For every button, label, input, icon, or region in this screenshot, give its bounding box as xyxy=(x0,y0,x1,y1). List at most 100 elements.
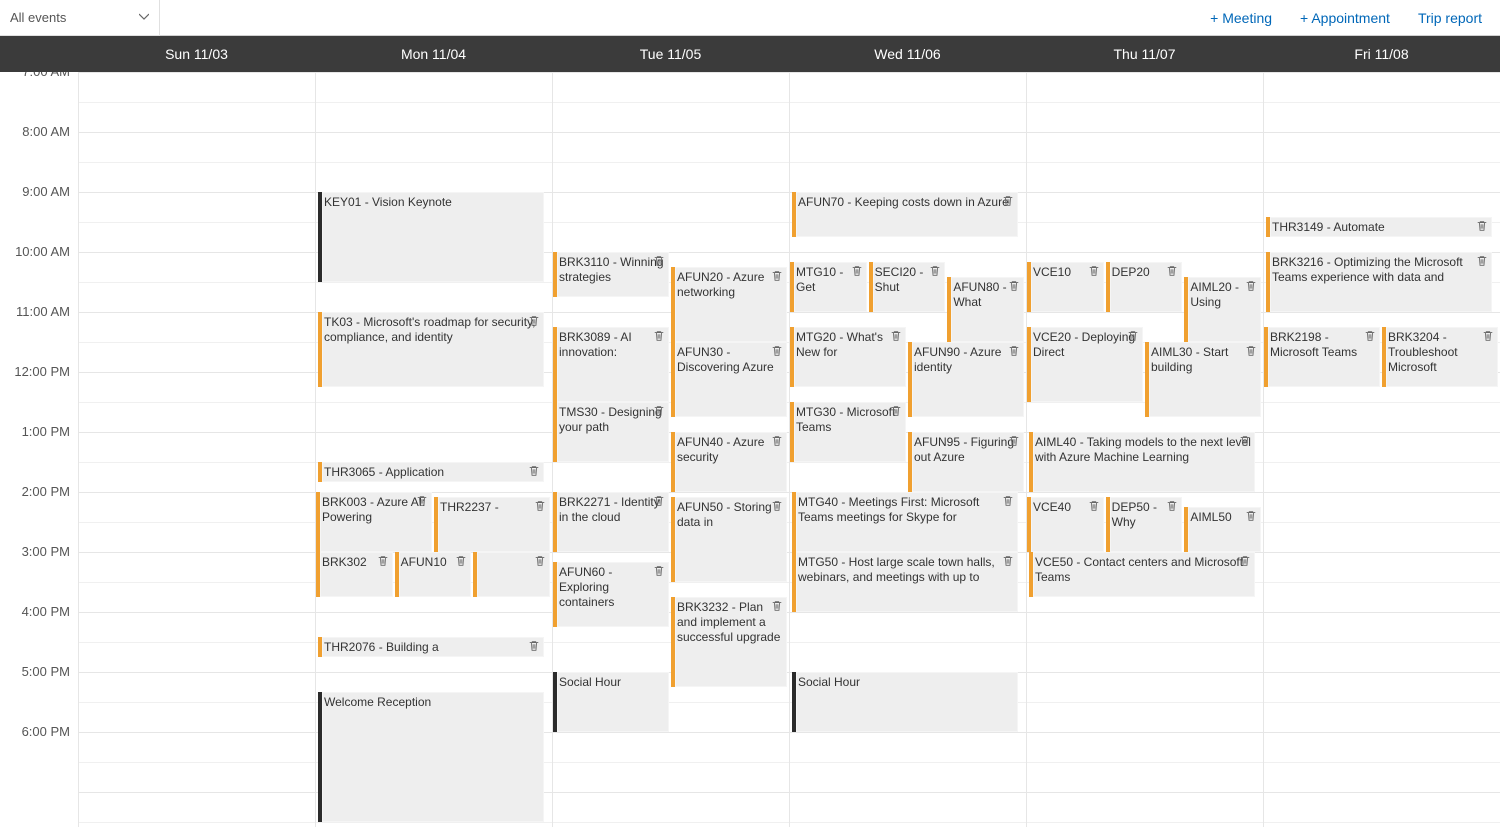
calendar-event[interactable]: AIML20 - Using xyxy=(1184,277,1261,342)
calendar-event[interactable]: AFUN80 - What xyxy=(947,277,1024,342)
delete-event-button[interactable] xyxy=(1127,330,1139,342)
calendar-event[interactable]: BRK302 xyxy=(316,552,393,597)
delete-event-button[interactable] xyxy=(534,500,546,512)
calendar-event[interactable]: TMS30 - Designing your path xyxy=(553,402,669,462)
delete-event-button[interactable] xyxy=(534,555,546,567)
trash-icon[interactable] xyxy=(528,640,540,652)
calendar-event[interactable]: KEY01 - Vision Keynote xyxy=(318,192,544,282)
delete-event-button[interactable] xyxy=(1364,330,1376,342)
delete-event-button[interactable] xyxy=(528,315,540,327)
calendar-event[interactable]: BRK3232 - Plan and implement a successfu… xyxy=(671,597,787,687)
calendar-event[interactable]: AFUN90 - Azure identity xyxy=(908,342,1024,417)
trash-icon[interactable] xyxy=(377,555,389,567)
day-column-fri[interactable]: THR3149 - Automate BRK3216 - Optimizing t… xyxy=(1263,72,1500,827)
trash-icon[interactable] xyxy=(416,495,428,507)
delete-event-button[interactable] xyxy=(771,270,783,282)
trash-icon[interactable] xyxy=(890,330,902,342)
trash-icon[interactable] xyxy=(1239,555,1251,567)
calendar-event[interactable]: SECI20 - Shut xyxy=(869,262,946,312)
delete-event-button[interactable] xyxy=(1008,280,1020,292)
calendar-event[interactable]: THR3149 - Automate xyxy=(1266,217,1492,237)
trash-icon[interactable] xyxy=(534,500,546,512)
trash-icon[interactable] xyxy=(1002,495,1014,507)
trash-icon[interactable] xyxy=(653,565,665,577)
calendar-event[interactable]: THR3065 - Application xyxy=(318,462,544,482)
calendar-event[interactable]: BRK2271 - Identity in the cloud xyxy=(553,492,669,552)
trash-icon[interactable] xyxy=(534,555,546,567)
delete-event-button[interactable] xyxy=(1166,500,1178,512)
calendar-event[interactable]: BRK3216 - Optimizing the Microsoft Teams… xyxy=(1266,252,1492,312)
calendar-event[interactable]: AFUN70 - Keeping costs down in Azure xyxy=(792,192,1018,237)
calendar-event[interactable]: BRK003 - Azure AI: Powering xyxy=(316,492,432,552)
delete-event-button[interactable] xyxy=(1239,555,1251,567)
calendar-event[interactable]: AIML50 xyxy=(1184,507,1261,552)
delete-event-button[interactable] xyxy=(771,600,783,612)
trash-icon[interactable] xyxy=(771,500,783,512)
trash-icon[interactable] xyxy=(1088,500,1100,512)
delete-event-button[interactable] xyxy=(1239,435,1251,447)
trash-icon[interactable] xyxy=(1008,345,1020,357)
calendar-event[interactable]: TK03 - Microsoft's roadmap for security,… xyxy=(318,312,544,387)
trash-icon[interactable] xyxy=(1008,280,1020,292)
new-appointment-button[interactable]: + Appointment xyxy=(1300,10,1390,26)
calendar-event[interactable] xyxy=(473,552,550,597)
trash-icon[interactable] xyxy=(653,405,665,417)
delete-event-button[interactable] xyxy=(771,435,783,447)
calendar-event[interactable]: AIML30 - Start building xyxy=(1145,342,1261,417)
trash-icon[interactable] xyxy=(1002,195,1014,207)
trash-icon[interactable] xyxy=(1127,330,1139,342)
trash-icon[interactable] xyxy=(1364,330,1376,342)
calendar-event[interactable]: THR2237 - xyxy=(434,497,550,552)
calendar-event[interactable]: VCE20 - Deploying Direct xyxy=(1027,327,1143,402)
calendar-event[interactable]: MTG40 - Meetings First: Microsoft Teams … xyxy=(792,492,1018,552)
calendar-event[interactable]: AFUN60 - Exploring containers xyxy=(553,562,669,627)
calendar-event[interactable]: BRK3204 - Troubleshoot Microsoft xyxy=(1382,327,1498,387)
delete-event-button[interactable] xyxy=(1245,345,1257,357)
delete-event-button[interactable] xyxy=(929,265,941,277)
delete-event-button[interactable] xyxy=(890,330,902,342)
trash-icon[interactable] xyxy=(771,345,783,357)
delete-event-button[interactable] xyxy=(1002,555,1014,567)
trash-icon[interactable] xyxy=(890,405,902,417)
day-column-wed[interactable]: AFUN70 - Keeping costs down in Azure MTG1… xyxy=(789,72,1026,827)
delete-event-button[interactable] xyxy=(455,555,467,567)
delete-event-button[interactable] xyxy=(890,405,902,417)
calendar-event[interactable]: Welcome Reception xyxy=(318,692,544,822)
delete-event-button[interactable] xyxy=(1482,330,1494,342)
calendar-event[interactable]: BRK3110 - Winning strategies xyxy=(553,252,669,297)
delete-event-button[interactable] xyxy=(1088,265,1100,277)
trash-icon[interactable] xyxy=(455,555,467,567)
delete-event-button[interactable] xyxy=(653,330,665,342)
delete-event-button[interactable] xyxy=(653,405,665,417)
trash-icon[interactable] xyxy=(929,265,941,277)
delete-event-button[interactable] xyxy=(1476,220,1488,232)
trash-icon[interactable] xyxy=(771,600,783,612)
delete-event-button[interactable] xyxy=(1008,345,1020,357)
trash-icon[interactable] xyxy=(1002,555,1014,567)
delete-event-button[interactable] xyxy=(416,495,428,507)
calendar-event[interactable]: THR2076 - Building a xyxy=(318,637,544,657)
delete-event-button[interactable] xyxy=(1245,510,1257,522)
calendar-event[interactable]: MTG10 - Get xyxy=(790,262,867,312)
day-column-tue[interactable]: BRK3110 - Winning strategiesAFUN20 - Azu… xyxy=(552,72,789,827)
new-meeting-button[interactable]: + Meeting xyxy=(1210,10,1272,26)
trash-icon[interactable] xyxy=(1245,510,1257,522)
calendar-event[interactable]: MTG20 - What's New for xyxy=(790,327,906,387)
trash-icon[interactable] xyxy=(1166,500,1178,512)
calendar-event[interactable]: AFUN30 - Discovering Azure xyxy=(671,342,787,417)
trash-icon[interactable] xyxy=(771,435,783,447)
delete-event-button[interactable] xyxy=(653,255,665,267)
trash-icon[interactable] xyxy=(1476,220,1488,232)
day-column-mon[interactable]: KEY01 - Vision Keynote TK03 - Microsoft's… xyxy=(315,72,552,827)
calendar-event[interactable]: AFUN20 - Azure networking xyxy=(671,267,787,342)
filter-select[interactable]: All events xyxy=(0,0,160,36)
trash-icon[interactable] xyxy=(653,255,665,267)
calendar-event[interactable]: BRK2198 - Microsoft Teams xyxy=(1264,327,1380,387)
trash-icon[interactable] xyxy=(1239,435,1251,447)
calendar-event[interactable]: AFUN40 - Azure security xyxy=(671,432,787,492)
trash-icon[interactable] xyxy=(771,270,783,282)
delete-event-button[interactable] xyxy=(1002,495,1014,507)
calendar-event[interactable]: Social Hour xyxy=(553,672,669,732)
delete-event-button[interactable] xyxy=(1166,265,1178,277)
calendar-event[interactable]: VCE50 - Contact centers and Microsoft Te… xyxy=(1029,552,1255,597)
